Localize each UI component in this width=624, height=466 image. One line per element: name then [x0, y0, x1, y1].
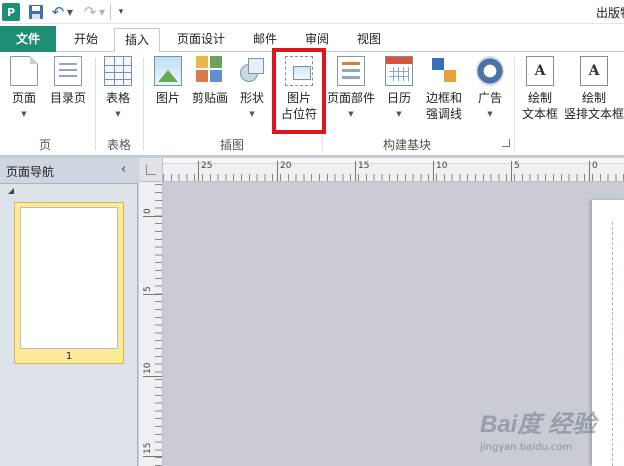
page-parts-icon [337, 56, 365, 86]
textbox-icon: A [526, 56, 554, 86]
page-navigation-pane: 页面导航 ‹ 1 [0, 158, 138, 466]
nav-pane-title: 页面导航 [6, 165, 55, 179]
toolbar-divider [110, 3, 111, 21]
highlight-annotation [272, 48, 326, 134]
ruler-tick-label: 10 [432, 161, 448, 181]
clipart-icon [196, 56, 224, 86]
chevron-down-icon: ▼ [396, 110, 402, 118]
borders-accents-button[interactable]: 边框和 强调线 [420, 56, 468, 122]
table-icon [104, 56, 132, 86]
chevron-down-icon: ▼ [249, 110, 255, 118]
table-button-label: 表格 [105, 91, 130, 105]
draw-textbox-label-2: 文本框 [521, 107, 558, 121]
watermark-site: jingyan.baidu.com [480, 442, 573, 453]
ruler-tick-label: 5 [143, 286, 153, 292]
ruler-tick-label: 25 [197, 161, 213, 181]
chevron-down-icon: ▼ [487, 110, 493, 118]
window-title: 出版物 [596, 6, 624, 20]
ruler-tick-label: 5 [511, 161, 520, 181]
group-divider [514, 58, 515, 150]
ruler-tick-label: 0 [143, 208, 153, 214]
chevron-down-icon: ▼ [21, 110, 27, 118]
calendar-icon [385, 56, 413, 86]
group-label-illustrations: 插图 [219, 138, 244, 152]
advertisement-label: 广告 [477, 91, 502, 105]
ruler-tick-label: 15 [143, 442, 153, 454]
group-label-tables: 表格 [106, 138, 131, 152]
shapes-button-label: 形状 [239, 91, 264, 105]
shapes-button[interactable]: 形状 ▼ [236, 56, 268, 119]
tab-insert[interactable]: 插入 [114, 28, 160, 53]
chevron-down-icon: ▼ [115, 110, 121, 118]
page-button-label: 页面 [11, 91, 36, 105]
save-icon [29, 5, 43, 19]
page-parts-button[interactable]: 页面部件 ▼ [326, 56, 376, 119]
picture-button[interactable]: 图片 [152, 56, 184, 106]
ruler-tick-label: 10 [143, 362, 153, 374]
group-divider [143, 58, 144, 150]
app-icon[interactable]: P [2, 3, 20, 21]
draw-vertical-textbox-label-2: 竖排文本框 [564, 107, 624, 121]
expand-triangle-icon[interactable] [8, 188, 14, 194]
page-thumbnail-preview [20, 207, 118, 349]
watermark: Bai度 经验 jingyan.baidu.com [480, 404, 620, 462]
catalog-icon [54, 56, 82, 86]
calendar-label: 日历 [386, 91, 411, 105]
nav-pane-header: 页面导航 ‹ [0, 158, 138, 184]
tab-home[interactable]: 开始 [60, 28, 112, 52]
redo-dropdown-icon[interactable]: ▼ [98, 3, 106, 21]
ruler-origin-icon [146, 165, 156, 175]
title-bar: P ↶ ▼ ↷ ▼ ▾ 出版物 [0, 0, 624, 24]
tab-view[interactable]: 视图 [344, 28, 394, 52]
group-label-pages: 页 [38, 138, 51, 152]
dialog-launcher-icon[interactable]: . [502, 139, 510, 147]
borders-accents-label: 边框和 [425, 91, 462, 105]
picture-button-label: 图片 [155, 91, 180, 105]
vertical-ruler[interactable]: 0 5 10 15 [139, 182, 163, 466]
collapse-pane-icon[interactable]: ‹ [121, 162, 126, 177]
page-icon [10, 56, 38, 86]
horizontal-ruler[interactable]: 25 20 15 10 5 0 [163, 158, 624, 182]
redo-icon: ↷ [83, 3, 97, 21]
table-button[interactable]: 表格 ▼ [102, 56, 134, 119]
watermark-brand: Bai度 经验 [480, 411, 597, 438]
page-parts-label: 页面部件 [326, 91, 375, 105]
advertisement-icon [476, 56, 504, 86]
shapes-icon [238, 56, 266, 86]
borders-icon [430, 56, 458, 86]
picture-icon [154, 56, 182, 86]
ruler-strip [163, 158, 624, 164]
draw-vertical-textbox-label: 绘制 [581, 91, 606, 105]
page-button[interactable]: 页面 ▼ [8, 56, 40, 119]
catalog-page-label: 目录页 [49, 91, 86, 105]
draw-vertical-textbox-button[interactable]: A 绘制 竖排文本框 [564, 56, 624, 122]
vertical-textbox-icon: A [580, 56, 608, 86]
page-number: 1 [65, 351, 73, 362]
ruler-tick-label: 20 [276, 161, 292, 181]
draw-textbox-button[interactable]: A 绘制 文本框 [520, 56, 560, 122]
save-button[interactable] [28, 3, 44, 21]
draw-textbox-label: 绘制 [527, 91, 552, 105]
calendar-button[interactable]: 日历 ▼ [384, 56, 414, 119]
undo-dropdown-icon[interactable]: ▼ [66, 3, 74, 21]
tab-file[interactable]: 文件 [0, 26, 56, 52]
advertisement-button[interactable]: 广告 ▼ [474, 56, 506, 119]
undo-icon: ↶ [51, 3, 65, 21]
customize-dropdown-icon[interactable]: ▾ [116, 3, 126, 21]
chevron-down-icon: ▼ [348, 110, 354, 118]
page-thumbnail[interactable]: 1 [14, 202, 124, 364]
redo-button[interactable]: ↷ [82, 3, 98, 21]
group-label-building-blocks: 构建基块 [382, 138, 431, 152]
clipart-button[interactable]: 剪贴画 [190, 56, 230, 106]
borders-accents-label-2: 强调线 [425, 107, 462, 121]
catalog-page-button[interactable]: 目录页 [46, 56, 90, 106]
group-divider [95, 58, 96, 150]
clipart-button-label: 剪贴画 [191, 91, 228, 105]
undo-button[interactable]: ↶ [50, 3, 66, 21]
tab-page-design[interactable]: 页面设计 [166, 28, 236, 52]
ruler-tick-label: 0 [589, 161, 598, 181]
ruler-tick-label: 15 [354, 161, 370, 181]
